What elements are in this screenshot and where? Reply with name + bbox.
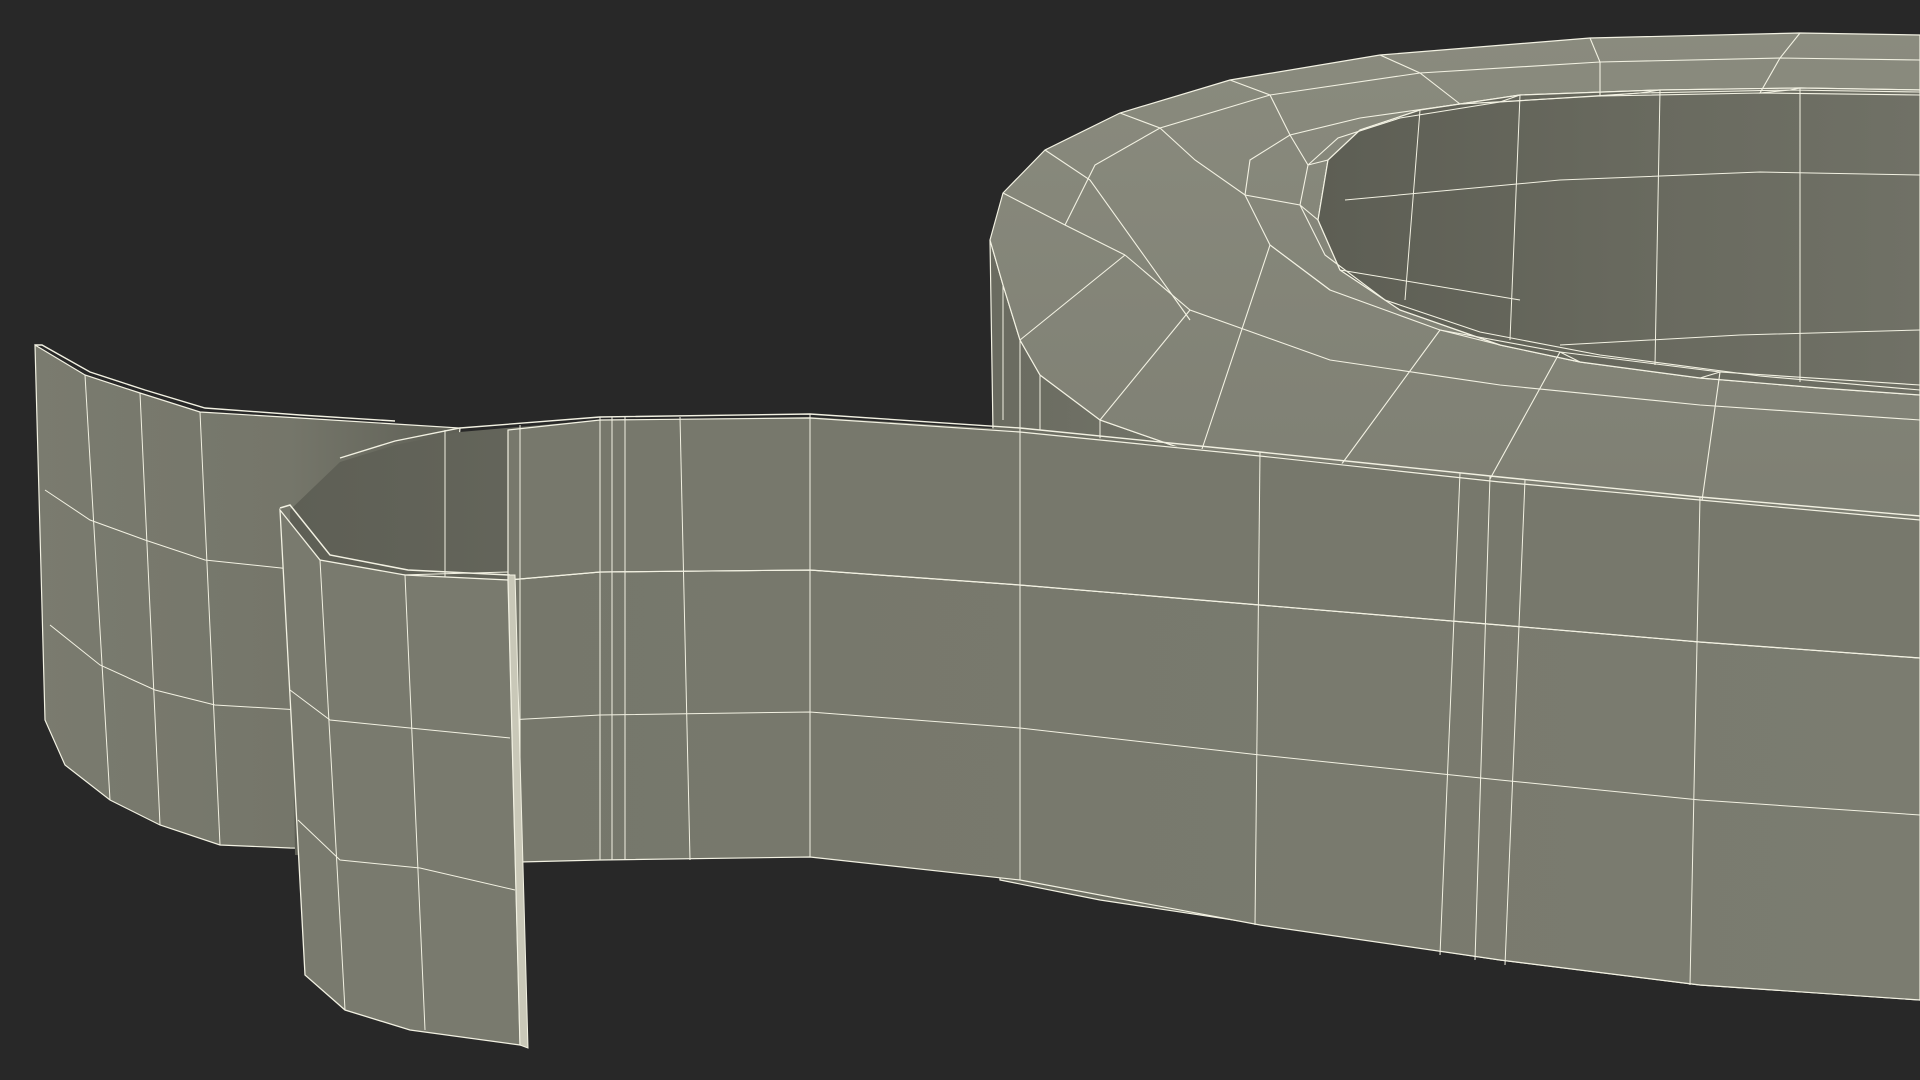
tape-strip-front [299,413,1920,1001]
render-viewport [0,0,1920,1080]
tape-strip-front-flap [279,504,529,1049]
tape-strip-flap-face [279,508,521,1046]
wireframe-render [34,32,1920,1049]
